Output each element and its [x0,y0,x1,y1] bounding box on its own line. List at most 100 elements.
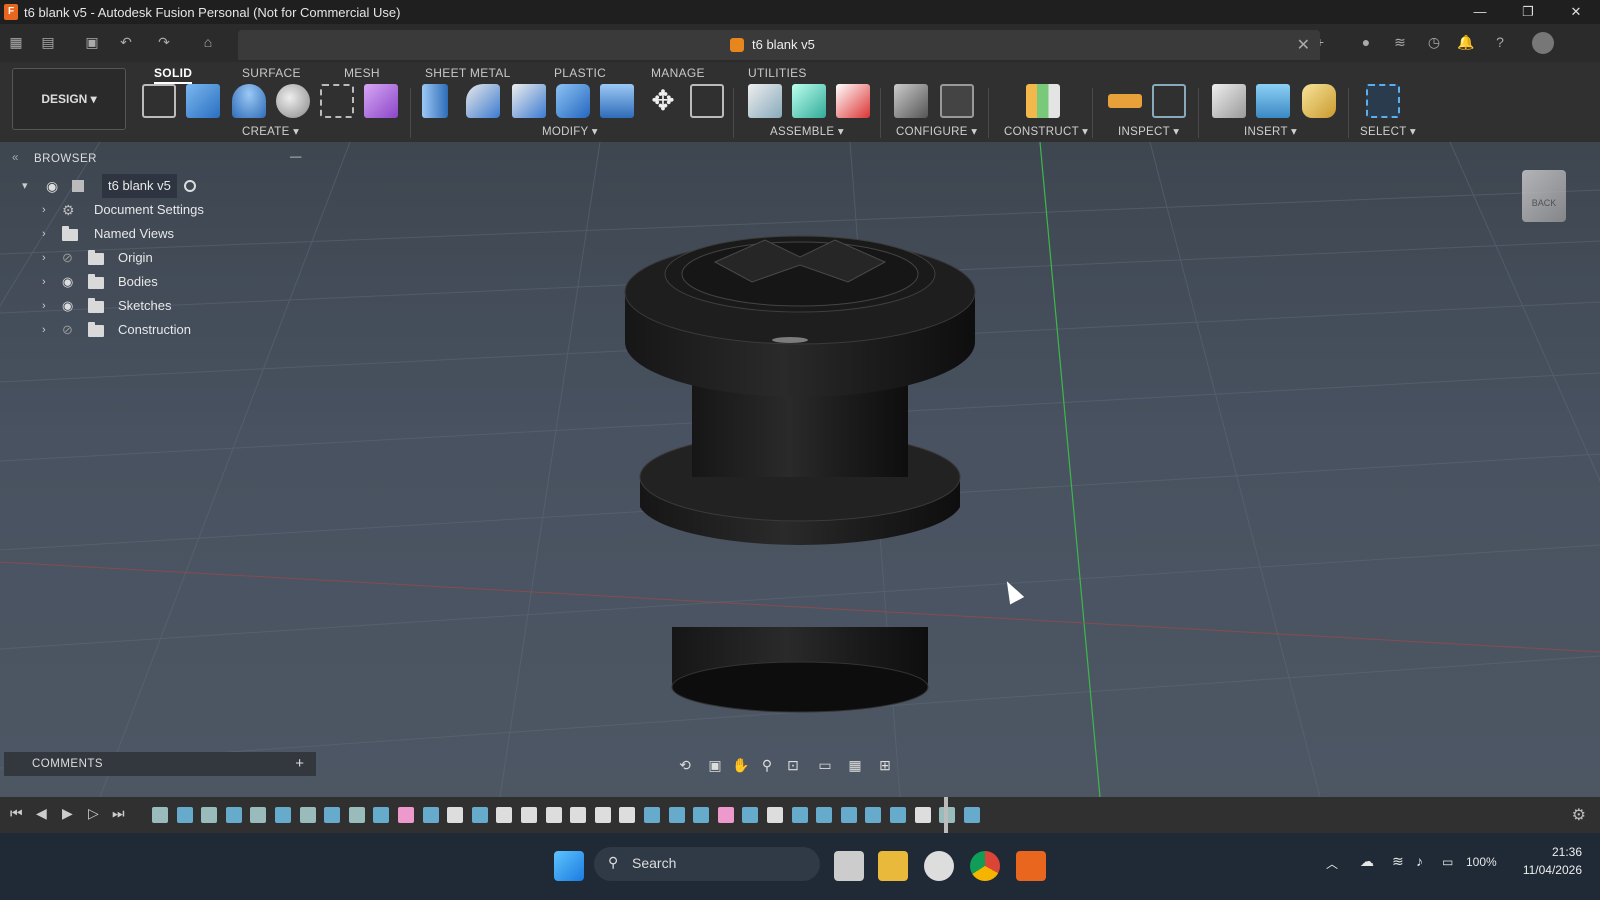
browser-item-bodies[interactable]: › ◉ Bodies [4,270,224,294]
timeline-feature-icon[interactable] [398,807,414,823]
cloud-icon[interactable]: ☁ [1360,853,1374,870]
timeline-feature-icon[interactable] [545,807,562,823]
browser-root[interactable]: ▾ ◉ t6 blank v5 [4,174,224,198]
timeline-feature-icon[interactable] [693,807,710,823]
timeline-feature-icon[interactable] [668,807,685,823]
browser-item-named-views[interactable]: › Named Views [4,222,224,246]
timeline-feature-icon[interactable] [299,807,316,823]
go-to-start-icon[interactable]: ⏮ [10,805,23,822]
chevron-right-icon[interactable]: › [42,318,54,342]
wifi-icon[interactable]: ≋ [1392,853,1404,870]
interference-icon[interactable] [1152,84,1186,118]
activate-radio-icon[interactable] [184,180,196,192]
chevron-right-icon[interactable]: › [42,222,54,246]
hole-icon[interactable] [276,84,310,118]
workspace-switcher-button[interactable]: DESIGN ▾ [12,68,126,130]
document-tab[interactable]: t6 blank v5 ✕ [238,30,1320,60]
file-icon[interactable]: ▤ [38,32,58,52]
look-at-icon[interactable]: ▣ [706,756,724,774]
timeline-feature-icon[interactable] [422,807,439,823]
modify-menu[interactable]: MODIFY ▾ [542,124,598,138]
eye-hidden-icon[interactable]: ⊘ [62,246,73,270]
browser-item-sketches[interactable]: › ◉ Sketches [4,294,224,318]
timeline-marker[interactable] [944,797,948,833]
eye-icon[interactable]: ◉ [46,174,58,198]
redo-icon[interactable]: ↷ [154,32,174,52]
timeline-feature-icon[interactable] [619,807,636,823]
go-to-end-icon[interactable]: ⏭ [112,805,125,822]
display-settings-icon[interactable]: ▭ [816,756,834,774]
decal-icon[interactable] [1256,84,1290,118]
chevron-right-icon[interactable]: › [42,270,54,294]
timeline-feature-icon[interactable] [570,807,587,823]
minimize-button[interactable]: — [1456,0,1504,24]
select-icon[interactable] [1366,84,1400,118]
joint-icon[interactable] [792,84,826,118]
measure-icon[interactable] [1108,94,1142,108]
assemble-menu[interactable]: ASSEMBLE ▾ [770,124,844,138]
timeline-feature-icon[interactable] [840,807,857,823]
task-view-icon[interactable] [834,851,864,881]
timeline-feature-icon[interactable] [201,807,218,823]
save-icon[interactable]: ▣ [82,32,102,52]
tab-surface[interactable]: SURFACE [242,62,301,84]
timeline-feature-icon[interactable] [521,807,537,823]
tab-plastic[interactable]: PLASTIC [554,62,606,84]
timeline-feature-icon[interactable] [496,807,513,823]
timeline-settings-icon[interactable]: ⚙ [1572,805,1586,825]
timeline-feature-icon[interactable] [250,807,267,823]
canvas-viewport[interactable]: BACK « BROWSER — ▾ ◉ t6 blank v5 › ⚙ Doc… [0,142,1600,797]
view-cube[interactable]: BACK [1522,170,1566,222]
system-clock[interactable]: 21:36 11/04/2026 [1523,843,1582,879]
timeline-feature-icon[interactable] [225,807,242,823]
timeline-feature-icon[interactable] [742,807,759,823]
as-built-joint-icon[interactable] [836,84,870,118]
timeline-feature-icon[interactable] [471,807,488,823]
timeline-feature-icon[interactable] [644,807,660,823]
timeline-feature-icon[interactable] [816,807,833,823]
construct-menu[interactable]: CONSTRUCT ▾ [1004,124,1088,138]
timeline-feature-icon[interactable] [176,807,193,823]
zoom-icon[interactable]: ⚲ [758,756,776,774]
start-icon[interactable] [554,851,584,881]
fusion-taskbar-icon[interactable] [1016,851,1046,881]
insert-mesh-icon[interactable] [1302,84,1336,118]
align-icon[interactable] [690,84,724,118]
move-copy-icon[interactable]: ✥ [646,84,680,118]
clock-icon[interactable]: ◷ [1424,32,1444,52]
timeline-feature-icon[interactable] [373,807,390,823]
battery-icon[interactable]: ▭ [1442,855,1453,869]
chevron-up-icon[interactable]: ︿ [1326,855,1338,872]
add-comment-icon[interactable]: + [295,755,304,772]
timeline-feature-icon[interactable] [275,807,291,823]
timeline-feature-icon[interactable] [890,807,906,823]
taskbar-search[interactable]: ⚲ Search [594,847,820,881]
browser-item-origin[interactable]: › ⊘ Origin [4,246,224,270]
tab-mesh[interactable]: MESH [344,62,380,84]
insert-menu[interactable]: INSERT ▾ [1244,124,1297,138]
fillet-icon[interactable] [466,84,500,118]
timeline-feature-icon[interactable] [717,807,734,823]
create-sketch-icon[interactable] [142,84,176,118]
comments-panel[interactable]: COMMENTS + [4,752,316,776]
timeline-feature-icon[interactable] [865,807,882,823]
revolve-icon[interactable] [232,84,266,118]
browser-item-construction[interactable]: › ⊘ Construction [4,318,224,342]
create-form-icon[interactable] [364,84,398,118]
volume-icon[interactable]: ♪ [1416,853,1423,869]
chevron-down-icon[interactable]: ▾ [22,174,34,198]
pattern-icon[interactable] [320,84,354,118]
avatar[interactable] [1532,32,1554,54]
collapse-panel-icon[interactable]: « [12,152,19,164]
extrude-icon[interactable] [186,84,220,118]
inspect-menu[interactable]: INSPECT ▾ [1118,124,1179,138]
notifications-icon[interactable]: 🔔 [1456,32,1476,52]
eye-icon[interactable]: ◉ [62,294,73,318]
timeline-feature-icon[interactable] [594,807,611,823]
minimize-browser-icon[interactable]: — [290,151,302,163]
timeline-feature-icon[interactable] [324,807,341,823]
close-button[interactable]: ✕ [1552,0,1600,24]
viewports-icon[interactable]: ⊞ [876,756,894,774]
timeline-feature-icon[interactable] [767,807,783,823]
close-tab-icon[interactable]: ✕ [1297,35,1310,55]
